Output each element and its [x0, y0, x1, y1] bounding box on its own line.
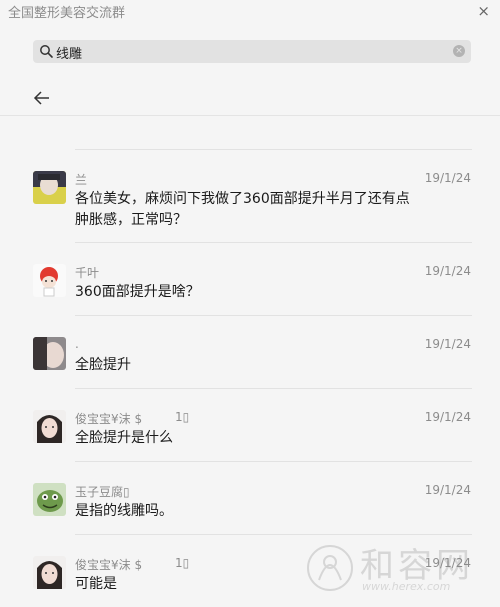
watermark-logo-icon [307, 545, 353, 591]
header-divider [0, 115, 500, 116]
result-item[interactable]: 玉子豆腐▯ 19/1/24 是指的线雕吗。 [0, 462, 500, 534]
message-date: 19/1/24 [424, 171, 471, 185]
result-item[interactable]: 兰 19/1/24 各位美女，麻烦问下我做了360面部提升半月了还有点肿胀感，正… [0, 150, 500, 242]
avatar [33, 171, 66, 204]
watermark-url: www.herex.com [362, 580, 451, 593]
search-box[interactable]: 线雕 × [33, 40, 471, 63]
clear-icon[interactable]: × [453, 45, 465, 57]
avatar [33, 410, 66, 443]
message-date: 19/1/24 [424, 264, 471, 278]
message-date: 19/1/24 [424, 337, 471, 351]
close-icon[interactable]: × [477, 2, 490, 20]
message-text: 各位美女，麻烦问下我做了360面部提升半月了还有点肿胀感，正常吗？ [75, 191, 410, 228]
nickname: . [75, 337, 79, 351]
back-arrow-icon[interactable] [33, 89, 51, 107]
result-item[interactable]: . 19/1/24 全脸提升 [0, 316, 500, 388]
message-date: 19/1/24 [424, 483, 471, 497]
window-title: 全国整形美容交流群 [8, 6, 126, 21]
nickname: 玉子豆腐▯ [75, 485, 130, 499]
avatar [33, 337, 66, 370]
nickname-extra: 1▯ [175, 556, 190, 570]
avatar [33, 556, 66, 589]
nickname: 俊宝宝¥沫 $ [75, 558, 143, 572]
nickname: 兰 [75, 173, 88, 187]
nickname-extra: 1▯ [175, 410, 190, 424]
avatar [33, 483, 66, 516]
message-text: 360面部提升是啥？ [75, 284, 200, 300]
result-item[interactable]: 千叶 19/1/24 360面部提升是啥？ [0, 243, 500, 315]
message-text: 全脸提升 [75, 357, 131, 373]
site-watermark: 和容网 www.herex.com [305, 536, 495, 601]
search-icon [40, 45, 53, 58]
message-date: 19/1/24 [424, 410, 471, 424]
nickname: 俊宝宝¥沫 $ [75, 412, 143, 426]
nickname: 千叶 [75, 266, 100, 280]
avatar [33, 264, 66, 297]
message-text: 全脸提升是什么 [75, 430, 173, 446]
search-input[interactable]: 线雕 [56, 43, 82, 62]
result-item[interactable]: 俊宝宝¥沫 $ 1▯ 19/1/24 全脸提升是什么 [0, 389, 500, 461]
message-text: 是指的线雕吗。 [75, 503, 173, 519]
title-bar: 全国整形美容交流群 × [0, 0, 500, 24]
